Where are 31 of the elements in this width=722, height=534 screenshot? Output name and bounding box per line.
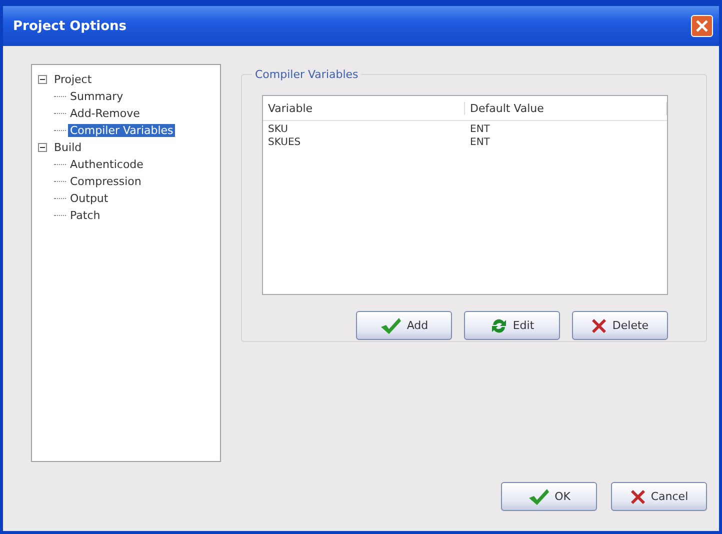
tree-item[interactable]: Build <box>52 141 84 154</box>
tree-item[interactable]: Add-Remove <box>68 107 142 120</box>
action-button[interactable]: Add <box>356 311 452 340</box>
collapse-icon[interactable] <box>38 143 47 152</box>
dialog-button[interactable]: OK <box>501 482 597 511</box>
tree-item[interactable]: Summary <box>68 90 126 103</box>
table-cell-text: ENT <box>469 137 491 150</box>
cross-icon <box>630 488 646 504</box>
close-icon <box>696 20 708 32</box>
check-icon <box>528 488 550 506</box>
close-button[interactable] <box>691 15 713 37</box>
cross-icon <box>591 318 608 334</box>
check-icon <box>380 316 402 334</box>
refresh-icon <box>490 316 508 334</box>
table-cell-text: ENT <box>469 124 491 137</box>
action-button[interactable]: Delete <box>572 311 668 340</box>
window-title: Project Options <box>13 18 127 34</box>
table-cell-text: SKU <box>267 124 289 137</box>
dialog-button[interactable]: Cancel <box>611 482 707 511</box>
tree-item[interactable]: Patch <box>68 209 102 222</box>
tree-item[interactable]: Output <box>68 192 110 205</box>
collapse-icon[interactable] <box>38 75 47 84</box>
tree-item[interactable]: Compiler Variables <box>68 124 176 137</box>
table-cell-text: SKUES <box>267 137 302 150</box>
tree-item[interactable]: Authenticode <box>68 158 146 171</box>
tree-item[interactable]: Compression <box>68 175 144 188</box>
action-button[interactable]: Edit <box>464 311 560 340</box>
group-title: Compiler Variables <box>252 68 362 81</box>
column-header[interactable]: Default Value <box>465 102 667 114</box>
tree-item[interactable]: Project <box>52 73 94 86</box>
column-header[interactable]: Variable <box>263 102 465 114</box>
